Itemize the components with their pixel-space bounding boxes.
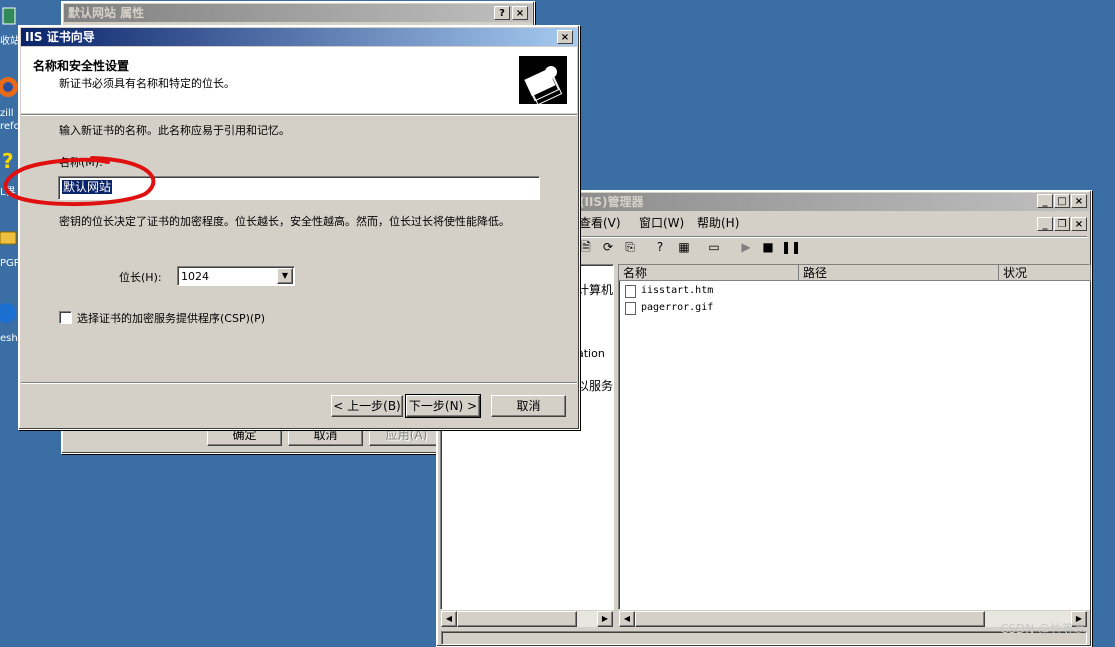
computer-icon[interactable]: ▭ [705,238,723,256]
certificate-icon [519,56,567,106]
back-button[interactable]: < 上一步(B) [331,395,403,417]
list-item[interactable]: iisstart.htm [641,285,713,296]
watermark: CSDN @竹等寒 [1000,622,1087,636]
header-subtitle: 新证书必须具有名称和特定的位长。 [59,77,235,90]
csp-checkbox[interactable] [59,311,72,324]
desktop-icon-label: refo [0,121,20,132]
child-restore-button[interactable]: ❐ [1054,217,1070,231]
menu-view[interactable]: 查看(V) [579,214,621,232]
help-button[interactable]: ? [494,6,510,20]
firefox-icon[interactable] [0,72,20,102]
next-button[interactable]: 下一步(N) > [405,394,481,418]
column-header-status[interactable]: 状况 [999,265,1091,281]
child-close-button[interactable]: × [1071,217,1087,231]
folder-icon[interactable] [0,226,18,248]
maximize-button[interactable]: □ [1054,194,1070,208]
key-description: 密钥的位长决定了证书的加密程度。位长越长，安全性越高。然而，位长过长将使性能降低… [59,215,510,228]
annotation-circle [3,156,156,206]
refresh-icon[interactable]: ⟳ [599,238,617,256]
tree-horizontal-scrollbar[interactable]: ◀ ▶ [441,611,613,627]
view-icon[interactable]: ▦ [675,238,693,256]
recycle-bin-icon[interactable] [0,4,18,26]
header-title: 名称和安全性设置 [33,59,130,73]
export-icon[interactable]: ⎘ [621,238,639,256]
file-icon [625,285,636,298]
desktop-icon-label: 收站 [0,36,20,47]
child-minimize-button[interactable]: _ [1037,217,1053,231]
iis-manager-title: (IIS)管理器 [579,195,644,209]
help-icon[interactable]: ? [651,238,669,256]
close-button[interactable]: × [557,30,573,44]
tree-item[interactable]: ation [577,347,605,360]
cancel-button[interactable]: 取消 [491,395,566,417]
list-pane[interactable]: 名称 路径 状况 iisstart.htm pagerror.gif [618,264,1091,610]
bitlen-value: 1024 [181,270,209,283]
play-icon[interactable]: ▶ [737,238,755,256]
column-header-name[interactable]: 名称 [619,265,799,281]
status-bar [441,631,1087,645]
list-item[interactable]: pagerror.gif [641,302,713,313]
wizard-titlebar[interactable]: IIS 证书向导 [21,28,577,46]
intro-text: 输入新证书的名称。此名称应易于引用和记忆。 [59,124,290,137]
bitlen-label: 位长(H): [119,271,162,284]
desktop-icon-label: zill [0,108,14,119]
csp-label[interactable]: 选择证书的加密服务提供程序(CSP)(P) [77,310,265,326]
properties-title: 默认网站 属性 [68,6,145,20]
wizard-title: IIS 证书向导 [25,30,95,44]
menu-window[interactable]: 窗口(W) [639,214,684,232]
certificate-wizard-window: IIS 证书向导 × 名称和安全性设置 新证书必须具有名称和特定的位长。 输入新… [18,25,580,430]
wireshark-icon[interactable] [0,298,18,328]
file-icon [625,302,636,315]
tree-item[interactable]: 计算机 [577,281,613,298]
close-button[interactable]: × [1071,194,1087,208]
menu-help[interactable]: 帮助(H) [697,214,739,232]
stop-icon[interactable]: ■ [759,238,777,256]
bitlen-select[interactable]: 1024 ▼ [177,266,295,286]
properties-titlebar[interactable]: 默认网站 属性 [64,4,532,22]
minimize-button[interactable]: _ [1037,194,1053,208]
dropdown-arrow-icon[interactable]: ▼ [277,268,293,284]
desktop-icon-label: PGP [0,258,20,269]
tree-item[interactable]: 以服务 [577,377,613,394]
column-header-path[interactable]: 路径 [799,265,999,281]
wizard-header: 名称和安全性设置 新证书必须具有名称和特定的位长。 [21,47,577,113]
close-button[interactable]: × [512,6,528,20]
pause-icon[interactable]: ❚❚ [781,238,801,256]
